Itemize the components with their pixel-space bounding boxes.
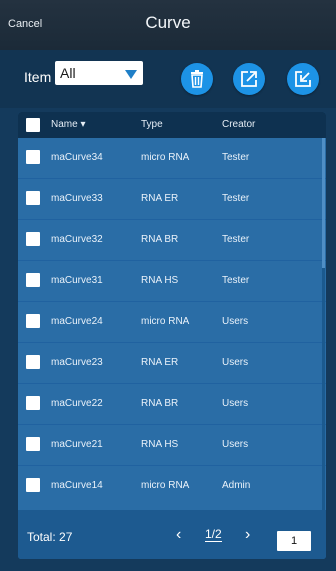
import-icon bbox=[295, 71, 311, 87]
item-filter-label: Item bbox=[24, 69, 52, 85]
row-checkbox[interactable] bbox=[26, 150, 40, 164]
cell-creator: Tester bbox=[222, 152, 250, 163]
row-checkbox[interactable] bbox=[26, 355, 40, 369]
scrollbar-thumb[interactable] bbox=[322, 138, 325, 268]
cell-name: maCurve24 bbox=[51, 316, 103, 327]
cell-name: maCurve34 bbox=[51, 152, 103, 163]
table-header: Name ▾ Type Creator bbox=[18, 112, 326, 138]
row-checkbox[interactable] bbox=[26, 396, 40, 410]
page-indicator: 1/2 bbox=[205, 527, 222, 542]
page-number-input[interactable]: 1 bbox=[277, 531, 311, 551]
title-bar: Cancel Curve bbox=[0, 0, 336, 50]
cell-name: maCurve33 bbox=[51, 193, 103, 204]
cell-creator: Tester bbox=[222, 275, 250, 286]
item-filter-value: All bbox=[60, 65, 76, 81]
table-scrollbar[interactable] bbox=[322, 138, 325, 510]
cell-name: maCurve23 bbox=[51, 357, 103, 368]
row-checkbox[interactable] bbox=[26, 273, 40, 287]
table-row[interactable]: maCurve31 RNA HS Tester bbox=[18, 261, 326, 302]
table-row[interactable]: maCurve34 micro RNA Tester bbox=[18, 138, 326, 179]
column-header-type[interactable]: Type bbox=[141, 119, 163, 130]
cell-creator: Users bbox=[222, 398, 249, 409]
trash-icon bbox=[191, 70, 203, 88]
cell-type: RNA HS bbox=[141, 439, 179, 450]
row-checkbox[interactable] bbox=[26, 232, 40, 246]
cell-type: micro RNA bbox=[141, 480, 190, 491]
row-checkbox[interactable] bbox=[26, 314, 40, 328]
cell-creator: Tester bbox=[222, 234, 250, 245]
export-icon bbox=[241, 71, 257, 87]
cell-creator: Users bbox=[222, 439, 249, 450]
cell-type: micro RNA bbox=[141, 152, 190, 163]
select-all-checkbox[interactable] bbox=[26, 118, 40, 132]
app-window: Cancel Curve Item All Name ▾ Type Creato… bbox=[0, 0, 336, 571]
dropdown-arrow-icon bbox=[125, 70, 137, 79]
pagination-bar: Total: 27 ‹ 1/2 › 1 bbox=[18, 510, 326, 559]
cell-type: RNA HS bbox=[141, 275, 179, 286]
cell-creator: Tester bbox=[222, 193, 250, 204]
cell-type: RNA ER bbox=[141, 193, 179, 204]
table-row[interactable]: maCurve24 micro RNA Users bbox=[18, 302, 326, 343]
cell-name: maCurve14 bbox=[51, 480, 103, 491]
curve-table: Name ▾ Type Creator maCurve34 micro RNA … bbox=[18, 112, 326, 559]
cell-name: maCurve22 bbox=[51, 398, 103, 409]
table-row[interactable]: maCurve33 RNA ER Tester bbox=[18, 179, 326, 220]
next-page-button[interactable]: › bbox=[245, 526, 250, 544]
column-header-name[interactable]: Name ▾ bbox=[51, 119, 85, 130]
table-row[interactable]: maCurve22 RNA BR Users bbox=[18, 384, 326, 425]
cell-type: RNA ER bbox=[141, 357, 179, 368]
import-button[interactable] bbox=[287, 63, 319, 95]
table-row[interactable]: maCurve23 RNA ER Users bbox=[18, 343, 326, 384]
table-row[interactable]: maCurve21 RNA HS Users bbox=[18, 425, 326, 466]
table-row[interactable]: maCurve14 micro RNA Admin bbox=[18, 466, 326, 506]
export-button[interactable] bbox=[233, 63, 265, 95]
cell-name: maCurve31 bbox=[51, 275, 103, 286]
total-count: Total: 27 bbox=[27, 530, 73, 544]
row-checkbox[interactable] bbox=[26, 437, 40, 451]
row-checkbox[interactable] bbox=[26, 191, 40, 205]
cell-type: RNA BR bbox=[141, 398, 179, 409]
cell-type: micro RNA bbox=[141, 316, 190, 327]
previous-page-button[interactable]: ‹ bbox=[176, 526, 181, 544]
cell-creator: Users bbox=[222, 316, 249, 327]
table-row[interactable]: maCurve32 RNA BR Tester bbox=[18, 220, 326, 261]
page-title: Curve bbox=[145, 13, 191, 32]
column-header-creator[interactable]: Creator bbox=[222, 119, 255, 130]
cell-type: RNA BR bbox=[141, 234, 179, 245]
cell-creator: Users bbox=[222, 357, 249, 368]
delete-button[interactable] bbox=[181, 63, 213, 95]
item-filter-select[interactable]: All bbox=[55, 61, 143, 85]
row-checkbox[interactable] bbox=[26, 478, 40, 492]
cell-creator: Admin bbox=[222, 480, 251, 491]
cell-name: maCurve32 bbox=[51, 234, 103, 245]
cell-name: maCurve21 bbox=[51, 439, 103, 450]
